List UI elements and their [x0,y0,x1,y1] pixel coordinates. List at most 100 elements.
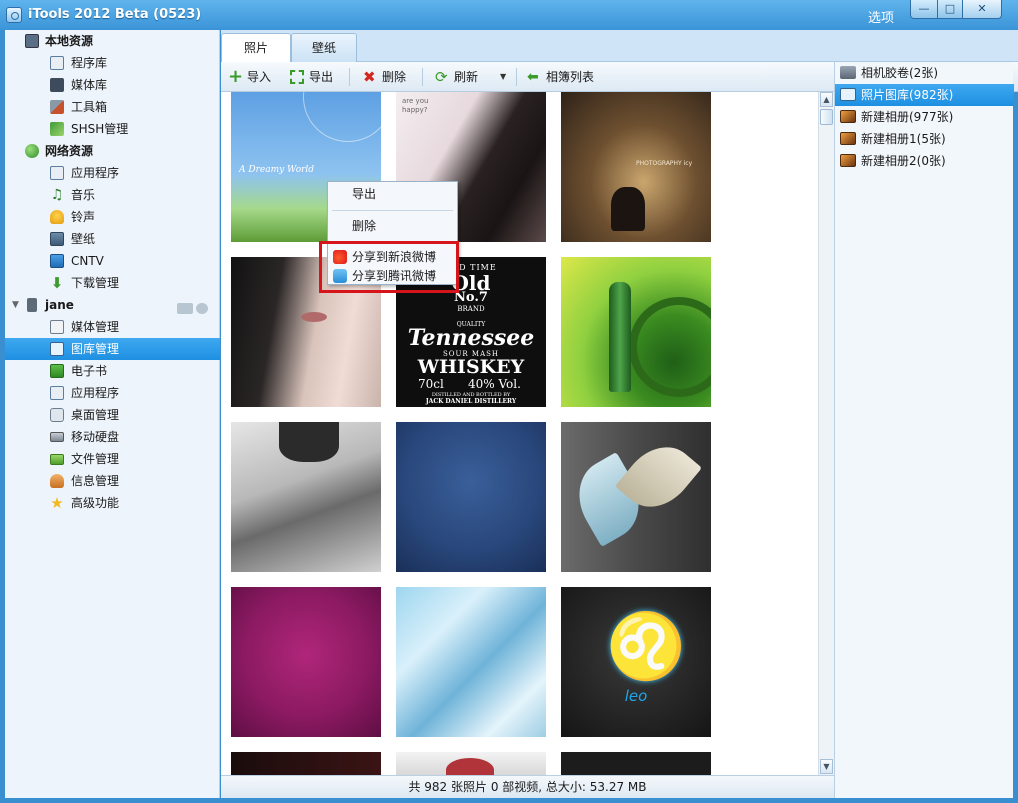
sidebar-item-device-apps[interactable]: 应用程序 [5,382,220,404]
sidebar-item-label: CNTV [71,254,104,268]
refresh-dropdown-arrow[interactable]: ▼ [500,62,512,92]
photo-thumbnail[interactable] [396,422,546,572]
thumbnail-caption: PHOTOGRAPHY icy [636,160,693,167]
tab-photos[interactable]: 照片 [221,33,291,62]
photo-thumbnail[interactable] [231,752,381,775]
toolbox-icon [50,100,64,114]
sidebar-item-media-library[interactable]: 媒体库 [5,74,220,96]
sidebar-group-device[interactable]: ▼ jane [5,294,220,316]
photo-thumbnail[interactable]: PHOTOGRAPHY icy [561,92,711,242]
sidebar-item-advanced[interactable]: ★ 高级功能 [5,492,220,514]
sidebar-item-label: 文件管理 [71,452,120,466]
sidebar-item-label: 移动硬盘 [71,430,120,444]
photo-thumbnail[interactable]: ♌ leo [561,587,711,737]
label-text: WHISKEY [417,356,525,378]
photo-thumbnail[interactable] [561,422,711,572]
sidebar-item-cntv[interactable]: CNTV [5,250,220,272]
close-button[interactable]: ✕ [962,0,1002,19]
sidebar-group-local[interactable]: 本地资源 [5,30,220,52]
menu-item-delete[interactable]: 删除 [328,215,457,237]
menu-item-label: 删除 [352,219,377,233]
sidebar-item-wallpaper[interactable]: 壁纸 [5,228,220,250]
photo-thumbnail[interactable] [561,257,711,407]
star-icon: ★ [50,494,64,512]
device-status-icons [177,299,217,314]
sidebar-item-label: 桌面管理 [71,408,120,422]
sidebar-group-label: jane [45,298,74,312]
record-ring-shape [629,297,711,397]
menu-item-share-tencent[interactable]: 分享到腾讯微博 [328,268,457,285]
sidebar-item-label: 程序库 [71,56,108,70]
refresh-label: 刷新 [454,70,479,84]
sidebar-item-media-manage[interactable]: 媒体管理 [5,316,220,338]
sidebar-item-files[interactable]: 文件管理 [5,448,220,470]
sidebar-item-label: 铃声 [71,210,96,224]
globe-icon [25,144,39,158]
album-list-label: 相簿列表 [546,70,595,84]
import-button[interactable]: + 导入 [228,62,276,92]
label-text: Tennessee [407,325,535,351]
album-new-album[interactable]: 新建相册(977张) [835,106,1014,128]
tab-wallpaper[interactable]: 壁纸 [291,33,357,62]
battery-icon [177,303,193,314]
sidebar-item-ebooks[interactable]: 电子书 [5,360,220,382]
app-library-icon [50,56,64,70]
photo-thumbnail[interactable] [231,422,381,572]
scrollbar-thumb[interactable] [820,109,833,125]
album-new-album-2[interactable]: 新建相册2(0张) [835,150,1014,172]
delete-x-icon: ✖ [363,68,376,86]
photo-library-icon [50,342,64,356]
camera-icon [840,66,856,79]
photo-thumbnail[interactable] [396,752,546,775]
sidebar-item-music[interactable]: ♫ 音乐 [5,184,220,206]
gallery-scrollbar[interactable]: ▲ ▼ [818,92,834,775]
label-text: BRAND [457,305,485,313]
sidebar-group-label: 网络资源 [45,144,94,158]
menu-item-export[interactable]: 导出 [328,183,457,205]
sidebar-item-downloads[interactable]: ⬇ 下载管理 [5,272,220,294]
sidebar-item-photo-library[interactable]: 图库管理 [5,338,220,360]
collapse-arrow-icon[interactable]: ▼ [12,294,19,316]
refresh-icon: ⟳ [435,68,448,86]
sidebar-item-toolbox[interactable]: 工具箱 [5,96,220,118]
album-new-album-1[interactable]: 新建相册1(5张) [835,128,1014,150]
leo-symbol-icon: ♌ [606,610,686,684]
album-label: 新建相册1(5张) [861,132,946,146]
photo-thumbnail[interactable] [231,587,381,737]
refresh-button[interactable]: ⟳ 刷新 [435,62,485,92]
sidebar-group-network[interactable]: 网络资源 [5,140,220,162]
folder-icon [50,454,64,465]
maximize-button[interactable]: □ [937,0,963,19]
contact-icon [50,474,64,488]
sidebar-item-label: 工具箱 [71,100,108,114]
photo-thumbnail[interactable] [396,587,546,737]
photo-library-icon [840,88,856,101]
main-panel: 照片 壁纸 + 导入 导出 ✖ 删除 ⟳ 刷新 ▼ ⬅ 相簿列表 A Dream… [221,30,1018,798]
delete-button[interactable]: ✖ 删除 [363,62,413,92]
toolbar-divider [422,68,423,86]
options-link[interactable]: 选项 [868,7,894,26]
sidebar-item-apps[interactable]: 应用程序 [5,162,220,184]
scroll-up-arrow[interactable]: ▲ [820,92,833,107]
photo-thumbnail[interactable] [561,752,711,775]
sidebar-item-ringtones[interactable]: 铃声 [5,206,220,228]
tab-bar: 照片 壁纸 [221,30,1018,62]
minimize-button[interactable]: — [910,0,938,19]
sidebar-item-desktop[interactable]: 桌面管理 [5,404,220,426]
export-button[interactable]: 导出 [290,62,340,92]
album-photo-library[interactable]: 照片图库(982张) [835,84,1014,106]
album-list-button[interactable]: ⬅ 相簿列表 [527,62,607,92]
sidebar-item-shsh[interactable]: SHSH管理 [5,118,220,140]
sidebar-item-drive[interactable]: 移动硬盘 [5,426,220,448]
menu-item-share-sina[interactable]: 分享到新浪微博 [328,246,457,268]
album-icon [840,110,856,123]
photo-grid: A Dreamy World are you happy? PHOTOGRAPH… [221,92,818,775]
sync-icon[interactable] [196,303,208,314]
sidebar-item-contacts[interactable]: 信息管理 [5,470,220,492]
album-camera-roll[interactable]: 相机胶卷(2张) [835,62,1014,84]
scroll-down-arrow[interactable]: ▼ [820,759,833,774]
app-title: iTools 2012 Beta (0523) [28,7,202,22]
album-label: 照片图库(982张) [861,88,954,102]
sidebar-item-app-library[interactable]: 程序库 [5,52,220,74]
hair-shape [279,422,339,462]
